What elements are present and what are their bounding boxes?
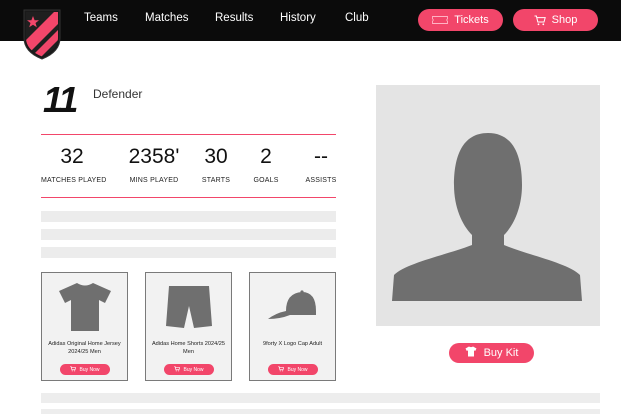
stat-assists: -- ASSISTS <box>303 145 339 184</box>
buy-now-button[interactable]: Buy Now <box>164 364 214 375</box>
cap-icon <box>250 279 335 335</box>
shop-button[interactable]: Shop <box>513 9 598 31</box>
stat-label: MINS PLAYED <box>129 177 179 184</box>
stat-label: GOALS <box>253 177 279 184</box>
buy-now-label: Buy Now <box>183 366 204 373</box>
product-name: 9forty X Logo Cap Adult <box>262 341 323 347</box>
cart-icon <box>174 365 181 374</box>
shirt-number: 11 <box>43 79 78 120</box>
jersey-icon <box>42 279 127 335</box>
stat-value: -- <box>314 145 328 168</box>
stat-matches-played: 32 MATCHES PLAYED <box>41 145 107 184</box>
shorts-icon <box>146 279 231 335</box>
nav-link-teams[interactable]: Teams <box>84 12 118 24</box>
top-navbar: Teams Matches Results History Club Ticke… <box>0 0 621 60</box>
stat-value: 2 <box>260 145 272 168</box>
nav-link-club[interactable]: Club <box>345 12 369 24</box>
product-card-cap[interactable]: 9forty X Logo Cap Adult Buy Now <box>249 272 336 381</box>
placeholder-bar <box>41 393 600 403</box>
stat-label: ASSISTS <box>305 177 337 184</box>
shirt-icon <box>465 346 477 360</box>
cart-icon <box>534 15 546 26</box>
stat-value: 2358' <box>128 145 180 168</box>
player-profile-page: Teams Matches Results History Club Ticke… <box>0 0 621 414</box>
placeholder-bar <box>41 409 600 414</box>
stat-value: 32 <box>60 145 84 168</box>
player-photo-placeholder <box>376 85 600 326</box>
player-position: Defender <box>93 87 143 101</box>
buy-now-button[interactable]: Buy Now <box>268 364 318 375</box>
product-name: Adidas Home Shorts 2024/25 Men <box>151 341 226 355</box>
nav-link-matches[interactable]: Matches <box>145 12 188 24</box>
ticket-icon <box>432 16 449 24</box>
stat-goals: 2 GOALS <box>248 145 284 184</box>
buy-kit-button[interactable]: Buy Kit <box>449 343 534 363</box>
placeholder-bar <box>41 229 336 240</box>
stat-mins-played: 2358' MINS PLAYED <box>123 145 185 184</box>
stat-label: STARTS <box>201 177 231 184</box>
nav-link-history[interactable]: History <box>280 12 316 24</box>
stats-top-divider <box>41 134 336 135</box>
stat-value: 30 <box>204 145 228 168</box>
buy-now-label: Buy Now <box>287 366 308 373</box>
placeholder-bar <box>41 211 336 222</box>
buy-kit-label: Buy Kit <box>483 347 519 359</box>
tickets-button[interactable]: Tickets <box>418 9 503 31</box>
placeholder-bar <box>41 247 336 258</box>
tickets-label: Tickets <box>454 14 489 26</box>
cart-icon <box>278 365 285 374</box>
buy-now-button[interactable]: Buy Now <box>60 364 110 375</box>
nav-link-results[interactable]: Results <box>215 12 253 24</box>
stat-starts: 30 STARTS <box>197 145 235 184</box>
product-card-shorts[interactable]: Adidas Home Shorts 2024/25 Men Buy Now <box>145 272 232 381</box>
club-crest-logo[interactable] <box>22 8 62 60</box>
product-name: Adidas Original Home Jersey 2024/25 Men <box>48 341 121 355</box>
cart-icon <box>70 365 77 374</box>
shop-label: Shop <box>551 14 578 26</box>
stats-bottom-divider <box>41 197 336 198</box>
person-silhouette-icon <box>392 133 582 301</box>
buy-now-label: Buy Now <box>79 366 100 373</box>
product-card-jersey[interactable]: Adidas Original Home Jersey 2024/25 Men … <box>41 272 128 381</box>
stat-label: MATCHES PLAYED <box>41 177 107 184</box>
